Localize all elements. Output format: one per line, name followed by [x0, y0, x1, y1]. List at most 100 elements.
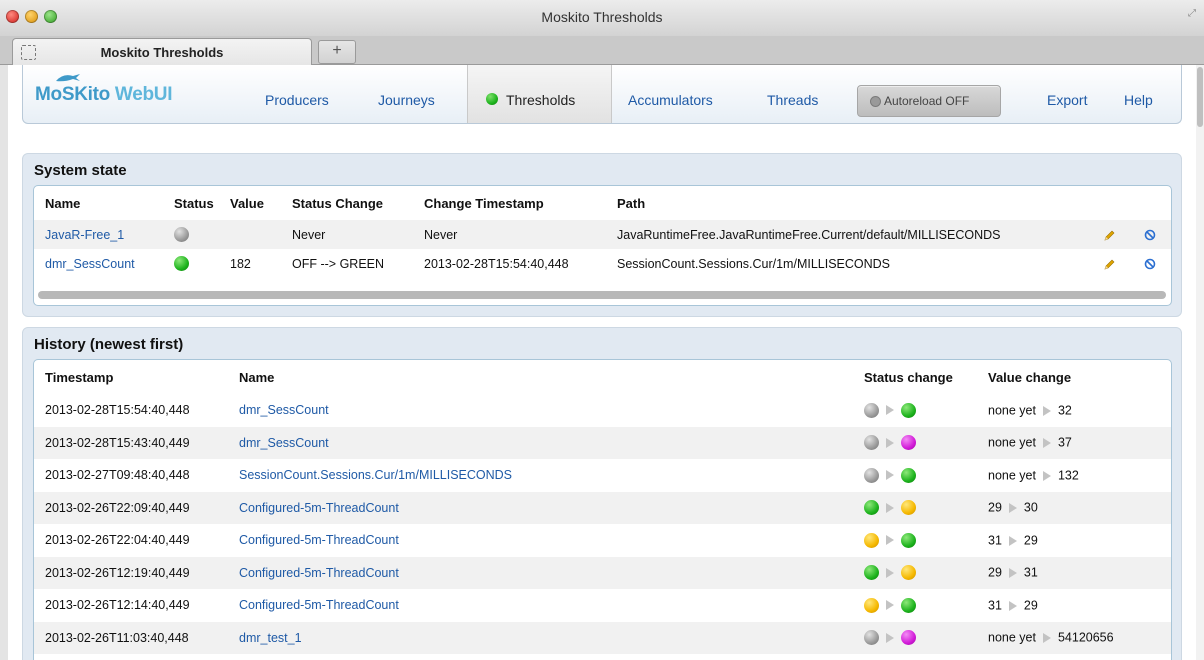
column-header[interactable]: Status change: [864, 360, 988, 394]
status-purple-icon: [901, 435, 916, 451]
arrow-right-icon: [1042, 405, 1051, 416]
status-green-icon: [864, 565, 879, 581]
status-purple-icon: [901, 630, 916, 646]
history-timestamp: 2013-02-26T22:09:40,449: [45, 500, 190, 515]
column-header[interactable]: Value: [230, 186, 292, 220]
history-timestamp: 2013-02-28T15:43:40,449: [45, 435, 190, 450]
nav-accumulators[interactable]: Accumulators: [628, 92, 713, 108]
nav-threads[interactable]: Threads: [767, 92, 818, 108]
value-to: 29: [1023, 598, 1038, 613]
value-from: none yet: [988, 631, 1036, 646]
threshold-name-link[interactable]: Configured-5m-ThreadCount: [239, 598, 399, 612]
nav-thresholds[interactable]: Thresholds: [467, 65, 612, 123]
threshold-name-link[interactable]: dmr_test_1: [239, 631, 302, 645]
status-green-icon: [864, 500, 879, 516]
logo[interactable]: MoSKito WebUI: [35, 84, 173, 106]
change-timestamp: Never: [424, 227, 458, 242]
column-header[interactable]: Status: [174, 186, 230, 220]
edit-pencil-icon[interactable]: [1103, 229, 1116, 242]
history-title: History (newest first): [34, 336, 184, 353]
value-to: 132: [1057, 468, 1079, 483]
nav-producers[interactable]: Producers: [265, 92, 329, 108]
value-from: 29: [988, 501, 1002, 516]
status-green-icon: [486, 93, 498, 105]
column-header[interactable]: Status Change: [292, 186, 424, 220]
value-from: 31: [988, 598, 1002, 613]
nav-thresholds-label: Thresholds: [506, 92, 576, 108]
table-row: 2013-02-28T15:43:40,449 dmr_SessCount none…: [34, 426, 1171, 459]
status-change-text: OFF --> GREEN: [292, 256, 385, 271]
arrow-right-icon: [1008, 600, 1017, 611]
status-green-icon: [174, 256, 189, 272]
disable-icon[interactable]: [1144, 229, 1156, 241]
threshold-name-link[interactable]: dmr_SessCount: [239, 403, 329, 417]
status-green-icon: [901, 467, 916, 483]
threshold-name-link[interactable]: dmr_SessCount: [45, 257, 135, 271]
browser-tab[interactable]: Moskito Thresholds: [12, 38, 312, 65]
threshold-name-link[interactable]: JavaR-Free_1: [45, 228, 124, 242]
value-to: 54120656: [1057, 631, 1114, 646]
status-grey-icon: [864, 402, 879, 418]
status-yellow-icon: [864, 532, 879, 548]
table-row: 2013-02-26T12:19:40,449 Configured-5m-Thr…: [34, 556, 1171, 589]
value-from: none yet: [988, 436, 1036, 451]
table-header-row: Timestamp Name Status change Value chang…: [34, 360, 1171, 394]
nav-help[interactable]: Help: [1124, 92, 1153, 108]
column-header[interactable]: Name: [34, 186, 174, 220]
system-state-box: Name Status Value Status Change Change T…: [33, 185, 1172, 306]
column-header[interactable]: Timestamp: [34, 360, 239, 394]
status-grey-icon: [864, 467, 879, 483]
window-title: Moskito Thresholds: [541, 9, 663, 25]
status-change-text: Never: [292, 227, 326, 242]
threshold-name-link[interactable]: Configured-5m-ThreadCount: [239, 501, 399, 515]
arrow-right-icon: [886, 600, 894, 611]
arrow-right-icon: [886, 437, 894, 448]
nav-journeys[interactable]: Journeys: [378, 92, 435, 108]
horizontal-scrollbar[interactable]: [38, 291, 1166, 299]
system-state-title: System state: [34, 162, 127, 179]
vertical-scrollbar[interactable]: [1195, 65, 1204, 660]
status-green-icon: [901, 402, 916, 418]
status-yellow-icon: [864, 597, 879, 613]
edit-pencil-icon[interactable]: [1103, 258, 1116, 271]
history-timestamp: 2013-02-26T12:14:40,449: [45, 598, 190, 613]
autoreload-toggle-button[interactable]: Autoreload OFF: [857, 85, 1001, 117]
threshold-name-link[interactable]: Configured-5m-ThreadCount: [239, 566, 399, 580]
threshold-name-link[interactable]: Configured-5m-ThreadCount: [239, 533, 399, 547]
history-timestamp: 2013-02-28T15:54:40,448: [45, 403, 190, 418]
fullscreen-icon[interactable]: ⤢: [1188, 8, 1198, 19]
value-to: 31: [1023, 566, 1038, 581]
threshold-path: JavaRuntimeFree.JavaRuntimeFree.Current/…: [617, 227, 1001, 242]
arrow-right-icon: [886, 470, 894, 481]
status-green-icon: [901, 597, 916, 613]
history-timestamp: 2013-02-27T09:48:40,448: [45, 468, 190, 483]
column-header[interactable]: Change Timestamp: [424, 186, 617, 220]
new-tab-button[interactable]: +: [318, 40, 356, 64]
scrollbar-thumb[interactable]: [1197, 67, 1203, 127]
page-content: MoSKito WebUI Producers Journeys Thresho…: [8, 65, 1196, 660]
table-row: dmr_SessCount 182 OFF --> GREEN 2013-02-…: [34, 249, 1171, 278]
history-box: Timestamp Name Status change Value chang…: [33, 359, 1172, 660]
disable-icon[interactable]: [1144, 258, 1156, 270]
status-grey-icon: [864, 630, 879, 646]
logo-text: MoSKito: [35, 84, 110, 105]
table-row: 2013-02-26T22:09:40,449 Configured-5m-Thr…: [34, 491, 1171, 524]
system-state-panel: System state Name Status Value Status Ch…: [22, 153, 1182, 317]
threshold-path: SessionCount.Sessions.Cur/1m/MILLISECOND…: [617, 256, 891, 271]
table-row: 2013-02-26T22:04:40,449 Configured-5m-Thr…: [34, 524, 1171, 557]
arrow-right-icon: [1008, 568, 1017, 579]
system-state-table: Name Status Value Status Change Change T…: [34, 186, 1171, 278]
column-header[interactable]: Name: [239, 360, 864, 394]
top-navigation: MoSKito WebUI Producers Journeys Thresho…: [22, 65, 1182, 124]
table-row: JavaR-Free_1 Never Never JavaRuntimeFree…: [34, 220, 1171, 249]
logo-subtext: WebUI: [109, 84, 173, 105]
threshold-name-link[interactable]: SessionCount.Sessions.Cur/1m/MILLISECOND…: [239, 468, 512, 482]
threshold-value: 182: [230, 256, 251, 271]
threshold-name-link[interactable]: dmr_SessCount: [239, 436, 329, 450]
nav-export[interactable]: Export: [1047, 92, 1087, 108]
value-to: 32: [1057, 403, 1072, 418]
arrow-right-icon: [886, 567, 894, 578]
column-header[interactable]: Value change: [988, 360, 1171, 394]
column-header[interactable]: Path: [617, 186, 1089, 220]
arrow-right-icon: [886, 405, 894, 416]
